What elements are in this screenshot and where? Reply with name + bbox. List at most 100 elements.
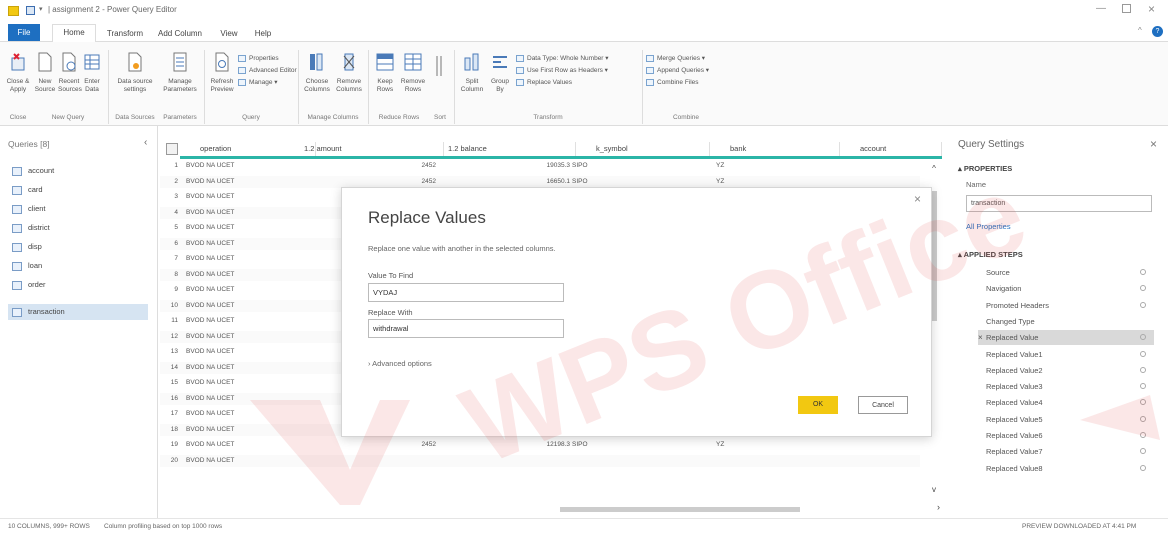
properties-button[interactable]: Properties <box>238 54 279 64</box>
collapse-ribbon-icon[interactable]: ^ <box>1138 26 1142 35</box>
horizontal-scrollbar[interactable]: › <box>180 502 940 514</box>
tab-transform[interactable]: Transform <box>102 26 148 42</box>
column-header-k-symbol[interactable]: k_symbol <box>576 142 710 156</box>
properties-header[interactable]: ▴ PROPERTIES <box>958 164 1012 173</box>
tab-help[interactable]: Help <box>248 26 278 42</box>
maximize-button[interactable] <box>1122 4 1131 13</box>
query-item-order[interactable]: order <box>12 277 152 293</box>
ok-button[interactable]: OK <box>798 396 838 414</box>
value-to-find-input[interactable]: VYDAJ <box>368 283 564 302</box>
scrollbar-thumb[interactable] <box>560 507 800 512</box>
applied-steps-header[interactable]: ▴ APPLIED STEPS <box>958 250 1023 259</box>
step-settings-icon[interactable] <box>1140 399 1146 406</box>
save-icon[interactable] <box>26 6 35 15</box>
applied-step[interactable]: Replaced Value4 <box>978 395 1154 410</box>
close-apply-button[interactable]: Close & Apply <box>4 52 32 94</box>
data-type-dropdown[interactable]: Data Type: Whole Number ▾ <box>516 54 609 64</box>
applied-step[interactable]: Navigation <box>978 281 1154 296</box>
combine-files-button[interactable]: Combine Files <box>646 78 699 88</box>
cancel-button[interactable]: Cancel <box>858 396 908 414</box>
choose-columns-button[interactable]: Choose Columns <box>302 52 332 94</box>
applied-step[interactable]: Replaced Value5 <box>978 412 1154 427</box>
column-header-amount[interactable]: 1.2 amount <box>300 142 444 156</box>
applied-step[interactable]: Changed Type <box>978 314 1154 329</box>
new-source-button[interactable]: New Source <box>34 52 56 94</box>
table-row[interactable]: 19 BVOD NA UCET 2452 12198.3 SIPO YZ <box>160 439 920 452</box>
applied-step[interactable]: Replaced Value3 <box>978 379 1154 394</box>
step-settings-icon[interactable] <box>1140 383 1146 390</box>
applied-step[interactable]: Source <box>978 265 1154 280</box>
sort-button[interactable] <box>432 54 446 84</box>
advanced-editor-button[interactable]: Advanced Editor <box>238 66 297 76</box>
query-item-loan[interactable]: loan <box>12 258 152 274</box>
tab-home[interactable]: Home <box>52 24 96 42</box>
step-settings-icon[interactable] <box>1140 334 1146 341</box>
merge-queries-button[interactable]: Merge Queries ▾ <box>646 54 705 64</box>
query-item-card[interactable]: card <box>12 182 152 198</box>
query-item-transaction[interactable]: transaction <box>8 304 148 320</box>
quick-access-dropdown-icon[interactable]: ▾ <box>39 5 43 13</box>
step-settings-icon[interactable] <box>1140 269 1146 275</box>
close-settings-icon[interactable]: × <box>1150 137 1157 151</box>
remove-rows-button[interactable]: Remove Rows <box>400 52 426 94</box>
collapse-queries-icon[interactable]: ‹ <box>144 137 147 148</box>
advanced-options-toggle[interactable]: › Advanced options <box>368 359 432 368</box>
all-properties-link[interactable]: All Properties <box>966 222 1011 231</box>
query-item-client[interactable]: client <box>12 201 152 217</box>
applied-step[interactable]: Replaced Value2 <box>978 363 1154 378</box>
column-header-bank[interactable]: bank <box>710 142 840 156</box>
step-settings-icon[interactable] <box>1140 432 1146 438</box>
delete-step-icon[interactable]: × <box>978 330 983 345</box>
data-source-settings-button[interactable]: Data source settings <box>112 52 158 94</box>
minimize-button[interactable]: — <box>1096 3 1106 14</box>
remove-columns-button[interactable]: Remove Columns <box>334 52 364 94</box>
scroll-right-icon[interactable]: › <box>937 502 940 512</box>
manage-parameters-button[interactable]: Manage Parameters <box>160 52 200 94</box>
applied-step[interactable]: Replaced Value8 <box>978 461 1154 476</box>
query-item-district[interactable]: district <box>12 220 152 236</box>
applied-step[interactable]: Replaced Value7 <box>978 444 1154 459</box>
table-row[interactable]: 1 BVOD NA UCET 2452 19035.3 SIPO YZ <box>160 160 920 173</box>
close-window-button[interactable]: × <box>1148 2 1155 16</box>
tab-file[interactable]: File <box>8 24 40 41</box>
enter-data-button[interactable]: Enter Data <box>82 52 102 94</box>
status-profiling[interactable]: Column profiling based on top 1000 rows <box>104 519 222 533</box>
scroll-up-icon[interactable]: ^ <box>928 164 940 173</box>
scroll-down-icon[interactable]: v <box>928 485 940 494</box>
query-item-account[interactable]: account <box>12 163 152 179</box>
scrollbar-thumb[interactable] <box>931 191 937 321</box>
query-name-input[interactable]: transaction <box>966 195 1152 212</box>
manage-button[interactable]: Manage ▾ <box>238 78 278 88</box>
append-queries-button[interactable]: Append Queries ▾ <box>646 66 709 76</box>
split-column-button[interactable]: Split Column <box>458 52 486 94</box>
recent-sources-button[interactable]: Recent Sources <box>58 52 82 94</box>
cell-operation: BVOD NA UCET <box>186 363 235 371</box>
step-settings-icon[interactable] <box>1140 464 1146 471</box>
replace-values-button[interactable]: Replace Values <box>516 78 572 88</box>
applied-step[interactable]: Replaced Value1 <box>978 347 1154 362</box>
column-header-account[interactable]: account <box>840 142 942 156</box>
query-item-disp[interactable]: disp <box>12 239 152 255</box>
replace-with-input[interactable]: withdrawal <box>368 319 564 338</box>
step-settings-icon[interactable] <box>1140 301 1146 308</box>
step-settings-icon[interactable] <box>1140 285 1146 292</box>
column-header-operation[interactable]: operation <box>180 142 316 156</box>
applied-step[interactable]: Promoted Headers <box>978 298 1154 313</box>
step-settings-icon[interactable] <box>1140 366 1146 373</box>
table-row[interactable]: 20 BVOD NA UCET <box>160 454 920 468</box>
tab-view[interactable]: View <box>214 26 244 42</box>
step-settings-icon[interactable] <box>1140 448 1146 455</box>
applied-step[interactable]: Replaced Value6 <box>978 428 1154 443</box>
refresh-preview-button[interactable]: Refresh Preview <box>208 52 236 94</box>
column-header-balance[interactable]: 1.2 balance <box>444 142 576 156</box>
help-icon[interactable]: ? <box>1152 26 1163 37</box>
tab-add-column[interactable]: Add Column <box>152 26 208 42</box>
dialog-close-icon[interactable]: × <box>914 192 921 206</box>
keep-rows-button[interactable]: Keep Rows <box>372 52 398 94</box>
table-menu-icon[interactable] <box>166 143 178 155</box>
step-settings-icon[interactable] <box>1140 415 1146 422</box>
applied-step[interactable]: × Replaced Value <box>978 330 1154 346</box>
step-settings-icon[interactable] <box>1140 350 1146 357</box>
group-by-button[interactable]: Group By <box>488 52 512 94</box>
use-first-row-headers-button[interactable]: Use First Row as Headers ▾ <box>516 66 608 76</box>
